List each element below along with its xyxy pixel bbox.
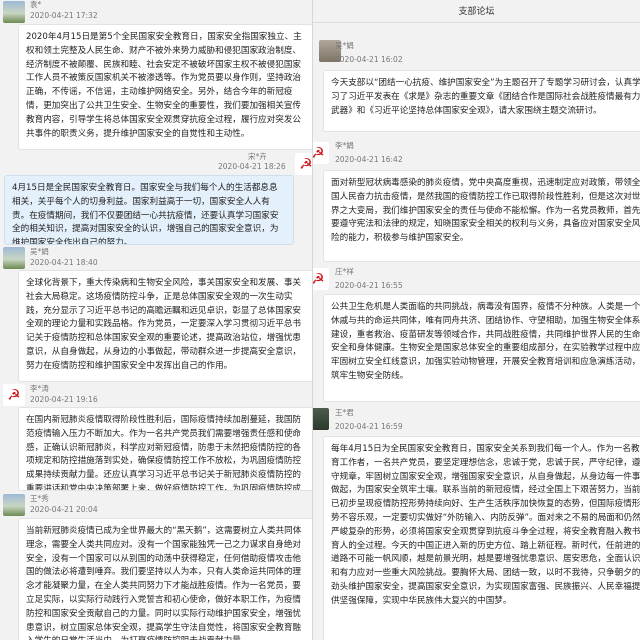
- left-forum-panel: 袁* 2020-04-21 17:32 2020年4月15日是第5个全民国家安全…: [0, 0, 320, 640]
- message-bubble: 面对新型冠状病毒感染的肺炎疫情，党中央高度重视，迅速制定应对政策，带领全国人民奋…: [323, 170, 640, 262]
- message-time: 2020-04-21 16:42: [335, 155, 403, 164]
- message-bubble: 今天支部以“团结一心抗疫、维护国家安全”为主题召开了专题学习研讨会，认真学习了习…: [323, 70, 640, 132]
- message-time: 2020-04-21 20:04: [30, 505, 98, 514]
- message-bubble: 每年4月15日为全民国家安全教育日，国家安全关系到我们每一个人。作为一名教育工作…: [323, 436, 640, 640]
- message-bubble: 2020年4月15日是第5个全民国家安全教育日，国家安全指国家独立、主权和领土完…: [18, 24, 314, 150]
- message-bubble: 当前新冠肺炎疫情已成为全世界最大的“黑天鹅”，这需要树立人类共同体理念，需要全人…: [18, 518, 314, 640]
- message-time: 2020-04-21 17:32: [30, 11, 98, 20]
- forum-title: 支部论坛: [458, 7, 495, 17]
- message-bubble: 4月15日是全民国家安全教育日。国家安全与我们每个人的生活都息息相关，关乎每个人…: [4, 175, 294, 245]
- message-time: 2020-04-21 16:59: [335, 422, 403, 431]
- sender-name: 吴*娟: [30, 247, 49, 256]
- sender-name: 王*秀: [30, 494, 49, 503]
- sender-name: 吴*娟: [335, 41, 354, 50]
- party-emblem-icon[interactable]: ☭: [3, 384, 25, 406]
- user-avatar-icon[interactable]: [313, 408, 329, 430]
- sender-name: 王*君: [335, 408, 354, 417]
- sender-name: 宋*卉: [248, 152, 267, 161]
- message-time: 2020-04-21 16:55: [335, 281, 403, 290]
- sender-name: 李*涛: [30, 384, 49, 393]
- sender-name: 李*娟: [335, 141, 354, 150]
- party-emblem-icon[interactable]: ☭: [313, 268, 329, 290]
- user-avatar-icon[interactable]: [3, 494, 25, 516]
- message-bubble: 公共卫生危机是人类面临的共同挑战，病毒没有国界，疫情不分种族。人类是一个休戚与共…: [323, 294, 640, 402]
- sender-name: 庄*祥: [335, 267, 354, 276]
- message-time: 2020-04-21 18:26: [218, 162, 286, 171]
- user-avatar-icon[interactable]: [3, 1, 25, 23]
- message-time: 2020-04-21 18:40: [30, 258, 98, 267]
- sender-name: 袁*: [30, 0, 42, 9]
- message-bubble: 全球化背景下，重大传染病和生物安全风险，事关国家安全和发展、事关社会大局稳定。这…: [18, 270, 314, 382]
- right-forum-panel: 支部论坛 吴*娟 2020-04-21 16:02 今天支部以“团结一心抗疫、维…: [312, 0, 640, 640]
- message-time: 2020-04-21 19:16: [30, 395, 98, 404]
- message-bubble: 在国内新冠肺炎疫情取得阶段性胜利后，国际疫情持续加剧蔓延，我国防范疫情输入压力不…: [18, 407, 314, 491]
- user-avatar-icon[interactable]: [3, 247, 25, 269]
- header-divider: [313, 22, 640, 23]
- message-time: 2020-04-21 16:02: [335, 55, 403, 64]
- party-emblem-icon[interactable]: ☭: [313, 142, 329, 164]
